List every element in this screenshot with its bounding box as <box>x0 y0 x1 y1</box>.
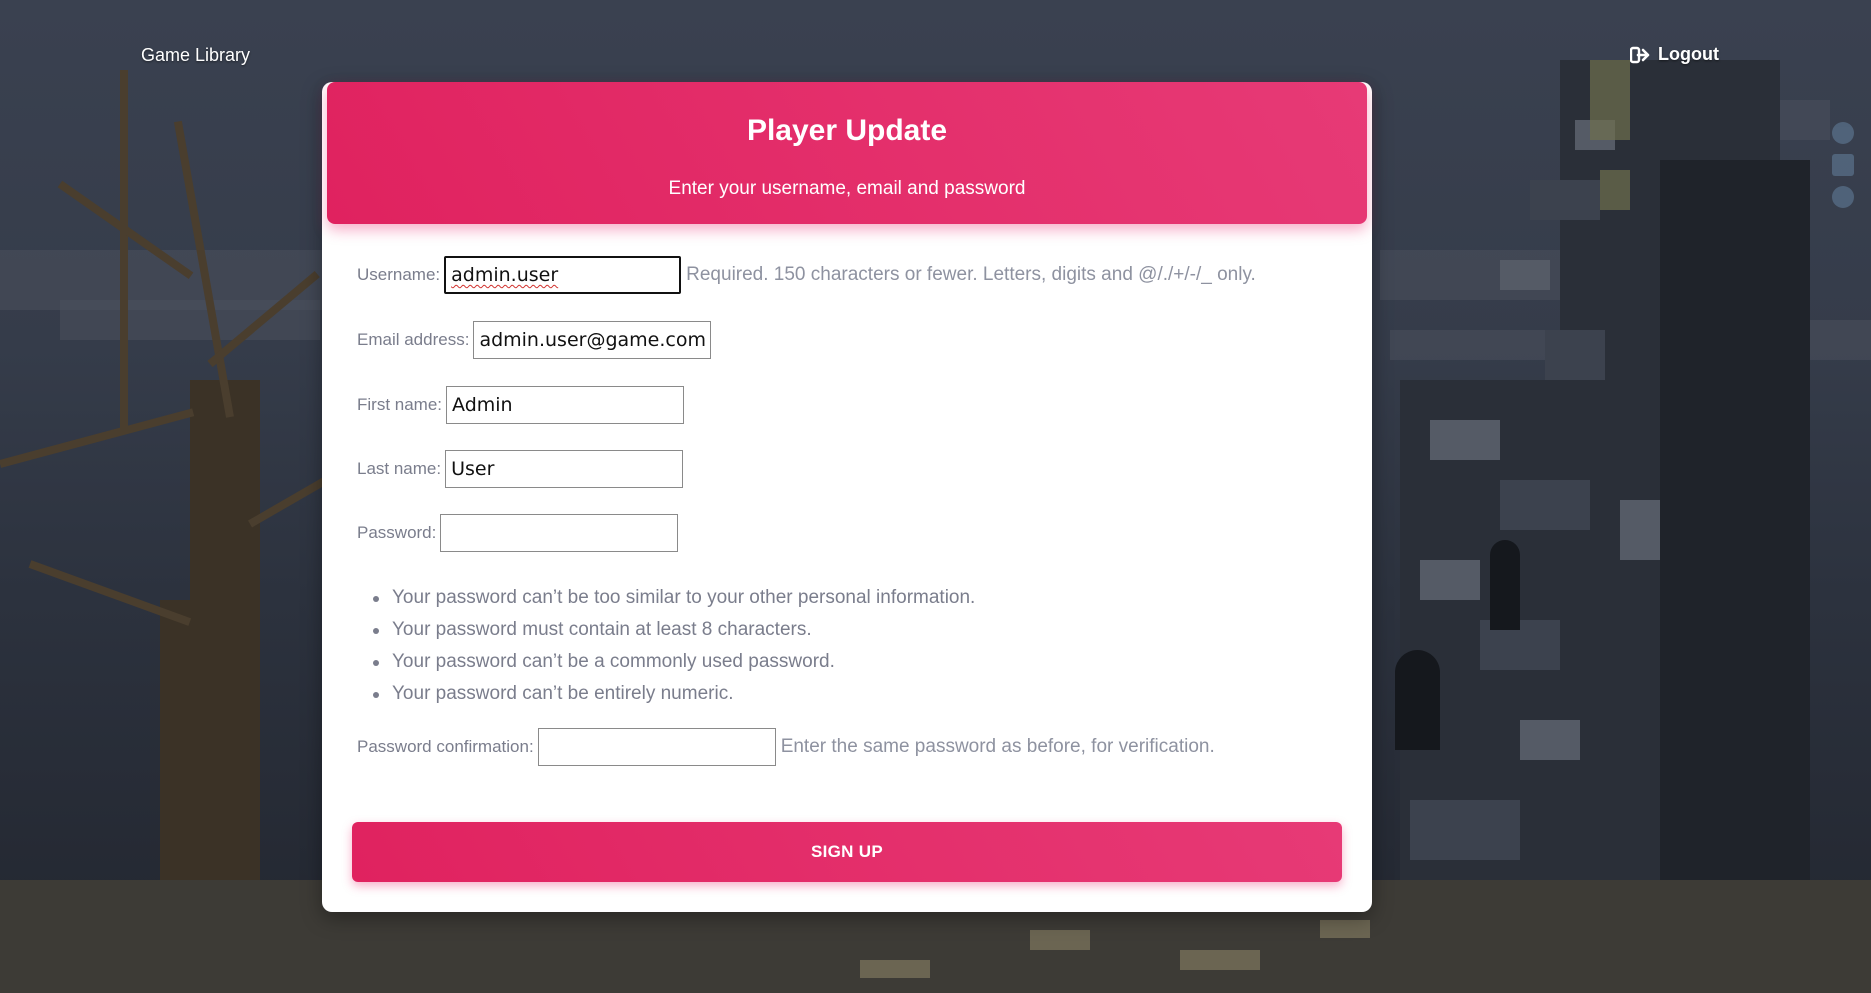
logout-label: Logout <box>1658 44 1719 64</box>
card-header: Player Update Enter your username, email… <box>327 82 1367 224</box>
password-confirmation-help-text: Enter the same password as before, for v… <box>780 736 1215 757</box>
email-input[interactable]: admin.user@game.com <box>473 321 712 359</box>
player-update-card: Player Update Enter your username, email… <box>322 82 1372 912</box>
nav-brand-link[interactable]: Game Library <box>141 45 250 66</box>
password-rule: Your password can’t be entirely numeric. <box>371 678 975 710</box>
username-input[interactable]: admin.user <box>444 256 682 294</box>
last-name-value: User <box>451 458 495 480</box>
password-input[interactable] <box>440 514 679 552</box>
password-rule: Your password can’t be a commonly used p… <box>371 646 975 678</box>
dribbble-icon[interactable] <box>1832 122 1854 144</box>
last-name-row: Last name: User <box>357 450 684 488</box>
first-name-label: First name: <box>357 395 443 414</box>
password-confirmation-input[interactable] <box>537 728 776 766</box>
email-row: Email address: admin.user@game.com <box>357 321 712 359</box>
password-rules-list: Your password can’t be too similar to yo… <box>371 582 975 710</box>
username-value: admin.user <box>451 264 559 286</box>
password-row: Password: <box>357 514 679 552</box>
first-name-row: First name: Admin <box>357 386 685 424</box>
logout-link[interactable]: Logout <box>1630 44 1719 65</box>
last-name-input[interactable]: User <box>445 450 684 488</box>
password-confirmation-label: Password confirmation: <box>357 737 534 756</box>
email-value: admin.user@game.com <box>479 329 706 351</box>
page-title: Player Update <box>746 114 948 147</box>
last-name-label: Last name: <box>357 459 442 478</box>
password-confirmation-row: Password confirmation: Enter the same pa… <box>357 728 1215 766</box>
password-label: Password: <box>357 523 437 542</box>
username-label: Username: <box>357 265 441 284</box>
first-name-input[interactable]: Admin <box>446 386 685 424</box>
github-icon[interactable] <box>1832 186 1854 208</box>
email-label: Email address: <box>357 330 470 349</box>
password-rule: Your password can’t be too similar to yo… <box>371 582 975 614</box>
sign-up-button[interactable]: SIGN UP <box>352 822 1342 882</box>
sign-out-icon <box>1630 46 1650 63</box>
social-icons <box>1832 122 1858 208</box>
password-rule: Your password must contain at least 8 ch… <box>371 614 975 646</box>
first-name-value: Admin <box>452 394 513 416</box>
page-subtitle: Enter your username, email and password <box>668 178 1026 199</box>
linkedin-icon[interactable] <box>1832 154 1854 176</box>
username-help-text: Required. 150 characters or fewer. Lette… <box>686 264 1256 285</box>
username-row: Username: admin.user Required. 150 chara… <box>357 256 1256 294</box>
